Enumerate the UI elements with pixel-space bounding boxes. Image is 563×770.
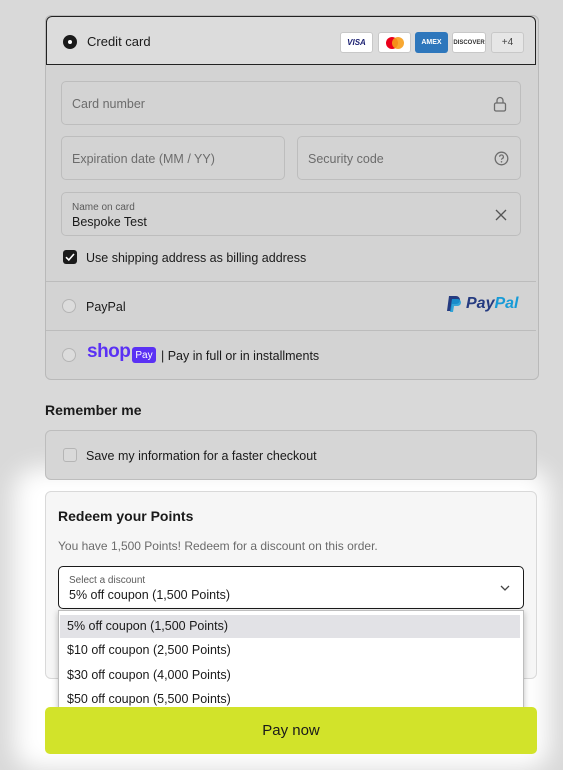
shop-pay-radio[interactable] (62, 348, 76, 362)
billing-address-checkbox[interactable] (63, 250, 77, 264)
discount-select-value: 5% off coupon (1,500 Points) (69, 588, 230, 602)
discover-card-icon: DISCOVER (452, 32, 486, 53)
name-on-card-field[interactable]: Name on card Bespoke Test (61, 192, 521, 236)
pay-now-button[interactable]: Pay now (45, 707, 537, 754)
amex-card-icon: AMEX (415, 32, 448, 53)
name-on-card-value: Bespoke Test (72, 215, 147, 229)
redeem-points-heading: Redeem your Points (58, 508, 194, 524)
expiration-placeholder: Expiration date (MM / YY) (72, 152, 215, 166)
payment-option-credit-card[interactable]: Credit card VISA AMEX DISCOVER +4 (46, 16, 536, 65)
save-info-checkbox[interactable] (63, 448, 77, 462)
shop-logo: shop (87, 341, 131, 362)
name-on-card-label: Name on card (72, 202, 135, 213)
paypal-logo-text-a: Pay (466, 295, 495, 312)
shop-pay-badge: Pay (132, 347, 156, 363)
mastercard-card-icon (378, 32, 411, 53)
discount-option[interactable]: 5% off coupon (1,500 Points) (60, 615, 520, 638)
paypal-icon (447, 296, 461, 312)
expiration-date-field[interactable]: Expiration date (MM / YY) (61, 136, 285, 180)
card-number-placeholder: Card number (72, 97, 145, 111)
points-balance-text: You have 1,500 Points! Redeem for a disc… (58, 539, 378, 553)
credit-card-radio[interactable] (63, 35, 77, 49)
visa-card-icon: VISA (340, 32, 373, 53)
lock-icon (493, 96, 507, 112)
remember-me-heading: Remember me (45, 402, 142, 418)
payment-methods: Credit card VISA AMEX DISCOVER +4 Card n… (45, 15, 539, 380)
help-icon[interactable] (494, 151, 509, 166)
remember-me-box: Save my information for a faster checkou… (45, 430, 537, 480)
more-cards-badge: +4 (491, 32, 524, 53)
payment-option-paypal[interactable]: PayPal Pay Pal (46, 282, 536, 330)
discount-option[interactable]: $30 off coupon (4,000 Points) (60, 664, 520, 687)
discount-select-label: Select a discount (69, 575, 146, 586)
credit-card-label: Credit card (87, 34, 151, 49)
paypal-radio[interactable] (62, 299, 76, 313)
paypal-logo-text-b: Pal (494, 295, 519, 312)
discount-options-list: 5% off coupon (1,500 Points) $10 off cou… (58, 610, 524, 715)
paypal-logo: Pay Pal (446, 295, 518, 313)
discount-option[interactable]: $10 off coupon (2,500 Points) (60, 639, 520, 662)
card-number-field[interactable]: Card number (61, 81, 521, 125)
shop-pay-description: | Pay in full or in installments (161, 349, 320, 363)
clear-icon[interactable] (495, 209, 507, 221)
paypal-label: PayPal (86, 300, 126, 314)
save-info-label: Save my information for a faster checkou… (86, 449, 317, 463)
chevron-down-icon (500, 585, 510, 591)
checkmark-icon (65, 253, 75, 262)
security-code-placeholder: Security code (308, 152, 384, 166)
billing-address-label: Use shipping address as billing address (86, 251, 307, 265)
discount-select[interactable]: Select a discount 5% off coupon (1,500 P… (58, 566, 524, 609)
payment-option-shop-pay[interactable]: shop Pay | Pay in full or in installment… (46, 331, 536, 379)
security-code-field[interactable]: Security code (297, 136, 521, 180)
